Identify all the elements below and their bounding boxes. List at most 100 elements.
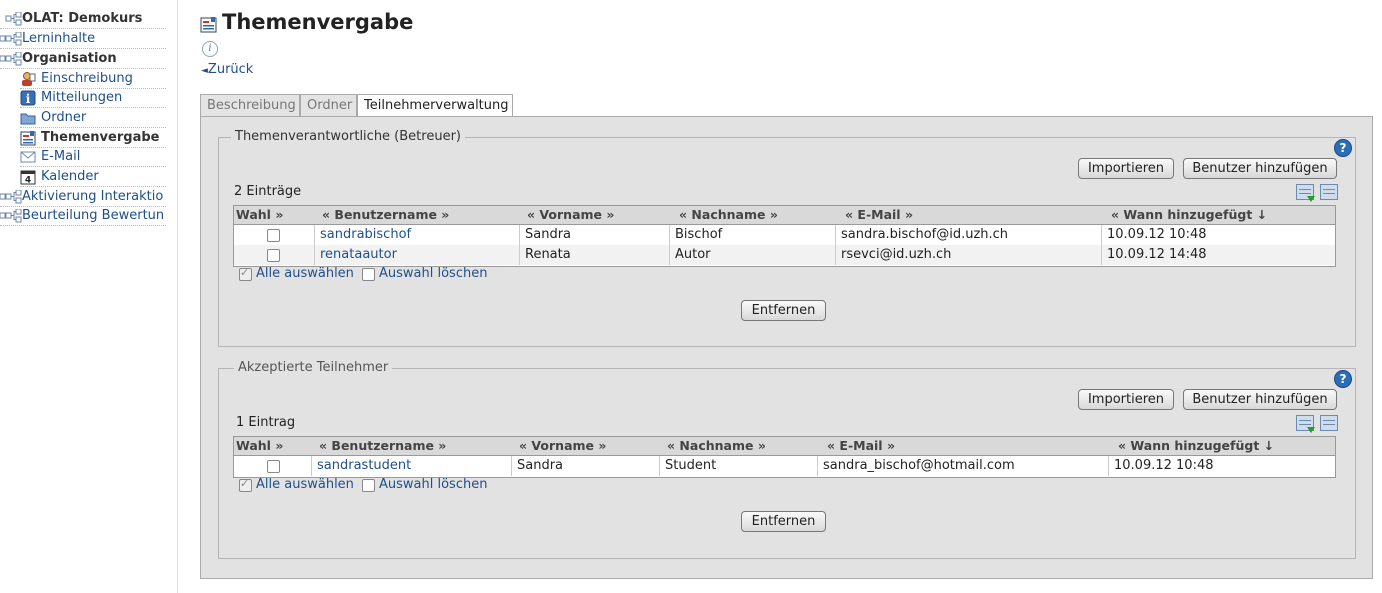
coaches-table: Wahl » « Benutzername » « Vorname » « Na… bbox=[233, 205, 1336, 267]
tree-node-icon bbox=[0, 31, 22, 46]
lastname-cell: Autor bbox=[669, 245, 835, 265]
remove-button[interactable]: Entfernen bbox=[741, 300, 826, 321]
sidebar-item-label: Beurteilung Bewertun bbox=[22, 208, 165, 223]
select-all-checkbox[interactable] bbox=[239, 266, 252, 281]
column-header-lastname[interactable]: « Nachname » bbox=[679, 206, 778, 224]
table-columns-icon[interactable] bbox=[1320, 415, 1338, 431]
row-checkbox[interactable] bbox=[267, 249, 280, 262]
lastname-cell: Student bbox=[659, 456, 817, 476]
tab-teilnehmerverwaltung[interactable]: Teilnehmerverwaltung bbox=[357, 94, 513, 118]
course-navigation: OLAT: Demokurs Lerninhalte Organisation … bbox=[0, 0, 178, 593]
firstname-cell: Sandra bbox=[519, 225, 669, 245]
import-button[interactable]: Importieren bbox=[1078, 158, 1174, 179]
column-header-select[interactable]: Wahl » bbox=[236, 437, 283, 455]
help-icon[interactable]: ? bbox=[1334, 370, 1352, 388]
sidebar-item-organisation[interactable]: Organisation bbox=[0, 49, 166, 69]
select-all-link[interactable]: Alle auswählen bbox=[256, 266, 354, 281]
remove-button[interactable]: Entfernen bbox=[741, 511, 826, 532]
clear-selection-checkbox[interactable] bbox=[362, 479, 375, 492]
username-link[interactable]: renataautor bbox=[320, 247, 397, 262]
table-tools bbox=[1296, 184, 1338, 202]
enrollment-icon bbox=[20, 71, 36, 87]
column-header-email[interactable]: « E-Mail » bbox=[827, 437, 895, 455]
select-cell bbox=[234, 245, 314, 265]
table-export-icon[interactable] bbox=[1296, 184, 1315, 202]
added-cell: 10.09.12 14:48 bbox=[1101, 245, 1333, 265]
clear-selection-checkbox[interactable] bbox=[362, 268, 375, 281]
email-icon bbox=[20, 149, 36, 165]
topic-assignment-icon bbox=[200, 14, 217, 32]
sidebar-item-course-root[interactable]: OLAT: Demokurs bbox=[0, 9, 166, 29]
select-all-link[interactable]: Alle auswählen bbox=[256, 477, 354, 492]
sidebar-item-label: Aktivierung Interaktio bbox=[22, 189, 164, 204]
email-cell: sandra.bischof@id.uzh.ch bbox=[835, 225, 1101, 245]
tree-node-icon bbox=[0, 51, 22, 66]
page-title-text: Themenvergabe bbox=[222, 10, 414, 34]
column-header-username[interactable]: « Benutzername » bbox=[319, 437, 446, 455]
tab-ordner[interactable]: Ordner bbox=[300, 94, 357, 116]
sidebar-item-label: Mitteilungen bbox=[41, 90, 123, 105]
table-header: Wahl » « Benutzername » « Vorname » « Na… bbox=[234, 437, 1335, 456]
sidebar-item-lerninhalte[interactable]: Lerninhalte bbox=[0, 29, 166, 49]
clear-selection-link[interactable]: Auswahl löschen bbox=[379, 266, 487, 281]
table-tools bbox=[1296, 415, 1338, 433]
import-button[interactable]: Importieren bbox=[1078, 389, 1174, 410]
column-header-firstname[interactable]: « Vorname » bbox=[519, 437, 606, 455]
row-checkbox[interactable] bbox=[267, 229, 280, 242]
column-header-username[interactable]: « Benutzername » bbox=[322, 206, 449, 224]
add-user-button[interactable]: Benutzer hinzufügen bbox=[1183, 158, 1337, 179]
info-icon[interactable]: i bbox=[202, 41, 218, 57]
help-icon[interactable]: ? bbox=[1334, 139, 1352, 157]
tab-beschreibung[interactable]: Beschreibung bbox=[200, 94, 300, 116]
select-all-checkbox[interactable] bbox=[239, 477, 252, 492]
svg-text:i: i bbox=[26, 92, 31, 106]
topic-assignment-icon bbox=[20, 130, 36, 146]
added-cell: 10.09.12 10:48 bbox=[1101, 225, 1333, 245]
sidebar-item-label: Themenvergabe bbox=[41, 130, 160, 145]
table-row: sandrastudent Sandra Student sandra_bisc… bbox=[234, 456, 1335, 476]
table-export-icon[interactable] bbox=[1296, 415, 1315, 433]
column-header-added[interactable]: « Wann hinzugefügt ↓ bbox=[1111, 206, 1267, 224]
column-header-email[interactable]: « E-Mail » bbox=[845, 206, 913, 224]
username-cell: sandrastudent bbox=[311, 456, 511, 476]
main-content: Themenvergabe i ◄Zurück Beschreibung Ord… bbox=[200, 0, 1375, 593]
table-columns-icon[interactable] bbox=[1320, 184, 1338, 200]
sidebar-item-kalender[interactable]: 4 Kalender bbox=[20, 167, 166, 187]
section-legend: Akzeptierte Teilnehmer bbox=[234, 360, 393, 375]
username-link[interactable]: sandrastudent bbox=[317, 458, 411, 473]
tree-node-icon bbox=[0, 11, 22, 26]
page-title: Themenvergabe bbox=[200, 10, 413, 34]
sidebar-item-themenvergabe[interactable]: Themenvergabe bbox=[20, 128, 166, 148]
firstname-cell: Renata bbox=[519, 245, 669, 265]
row-checkbox[interactable] bbox=[267, 460, 280, 473]
sidebar-item-label: Ordner bbox=[41, 110, 87, 125]
entry-count: 1 Eintrag bbox=[236, 415, 296, 430]
calendar-icon: 4 bbox=[20, 169, 36, 185]
participants-section: Akzeptierte Teilnehmer ? Importieren Ben… bbox=[218, 360, 1356, 559]
add-user-button[interactable]: Benutzer hinzufügen bbox=[1183, 389, 1337, 410]
sidebar-item-beurteilung[interactable]: Beurteilung Bewertun bbox=[0, 206, 166, 226]
back-arrow-icon: ◄ bbox=[201, 66, 208, 76]
sidebar-item-label: OLAT: Demokurs bbox=[22, 11, 143, 26]
sidebar-item-label: Lerninhalte bbox=[22, 31, 96, 46]
column-header-select[interactable]: Wahl » bbox=[236, 206, 283, 224]
participants-table: Wahl » « Benutzername » « Vorname » « Na… bbox=[233, 436, 1336, 478]
column-header-lastname[interactable]: « Nachname » bbox=[667, 437, 766, 455]
column-header-firstname[interactable]: « Vorname » bbox=[527, 206, 614, 224]
tree-node-icon bbox=[0, 208, 22, 223]
svg-text:4: 4 bbox=[25, 175, 31, 185]
clear-selection-link[interactable]: Auswahl löschen bbox=[379, 477, 487, 492]
select-cell bbox=[234, 456, 311, 476]
sidebar-item-aktivierung[interactable]: Aktivierung Interaktio bbox=[0, 187, 166, 207]
username-cell: sandrabischof bbox=[314, 225, 519, 245]
sidebar-item-ordner[interactable]: Ordner bbox=[20, 108, 166, 128]
column-header-added[interactable]: « Wann hinzugefügt ↓ bbox=[1118, 437, 1274, 455]
sidebar-item-mitteilungen[interactable]: i Mitteilungen bbox=[20, 88, 166, 108]
sidebar-item-einschreibung[interactable]: Einschreibung bbox=[20, 69, 166, 89]
tree-node-icon bbox=[0, 189, 22, 204]
sidebar-item-email[interactable]: E-Mail bbox=[20, 147, 166, 167]
username-link[interactable]: sandrabischof bbox=[320, 227, 411, 242]
back-link[interactable]: ◄Zurück bbox=[201, 62, 253, 77]
select-cell bbox=[234, 225, 314, 245]
sidebar-item-label: Kalender bbox=[41, 169, 99, 184]
